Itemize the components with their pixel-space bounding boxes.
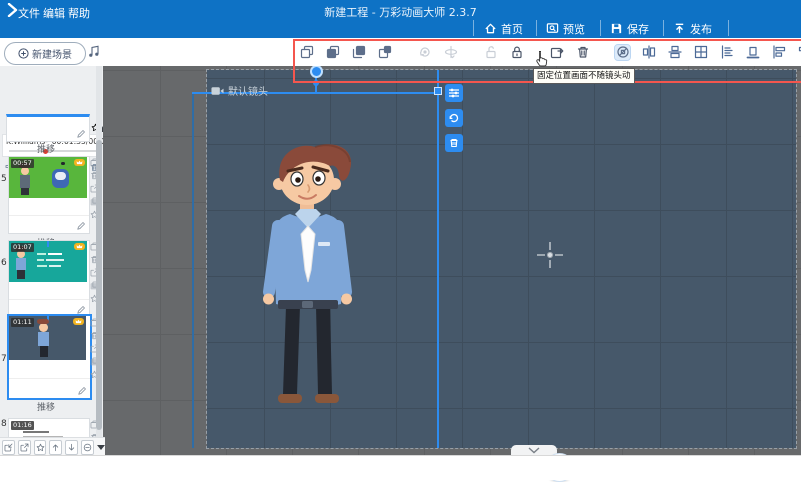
scene-duration-badge: 01:16 (11, 421, 34, 430)
plus-circle-icon (18, 48, 29, 59)
scene-number: 8 (1, 419, 8, 429)
move-up-button[interactable] (49, 440, 62, 455)
new-scene-button[interactable]: 新建场景 (4, 42, 86, 65)
publish-icon (673, 22, 686, 35)
camera-reset-button[interactable] (445, 109, 463, 127)
mouse-cursor (534, 50, 549, 68)
preview-button[interactable]: 预览 (546, 19, 585, 38)
copy-icon[interactable] (299, 45, 314, 60)
rotate-3d-icon[interactable] (443, 45, 458, 60)
save-icon (610, 22, 623, 35)
transition-label[interactable]: 推移 (1, 142, 91, 155)
align-left-edge-icon[interactable] (719, 45, 734, 60)
home-button[interactable]: 首页 (484, 19, 523, 38)
scene-panel-footer (0, 437, 105, 456)
scene-number: 5 (1, 174, 8, 184)
align-right-icon[interactable] (797, 45, 801, 60)
premium-crown-icon (74, 159, 85, 166)
divider (600, 20, 601, 36)
divider (536, 20, 537, 36)
replace-icon[interactable] (549, 45, 564, 60)
unlock-icon[interactable] (483, 45, 498, 60)
save-button[interactable]: 保存 (610, 19, 649, 38)
premium-crown-icon (73, 318, 84, 325)
camera-label: 默认镜头 (211, 83, 268, 98)
timeline-collapse-tab[interactable] (511, 445, 557, 455)
window-title: 新建工程 - 万彩动画大师 2.3.7 (0, 4, 801, 20)
camera-settings-button[interactable] (445, 84, 463, 102)
camera-top-handle[interactable] (313, 80, 319, 86)
title-bar: 文件 编辑 帮助 新建工程 - 万彩动画大师 2.3.7 首页 预览 保存 发布 (0, 0, 801, 38)
chevron-down-icon (528, 447, 540, 454)
fix-position-icon[interactable] (615, 45, 630, 60)
tooltip: 固定位置画面不随镜头动 (533, 68, 635, 84)
publish-button[interactable]: 发布 (673, 19, 712, 38)
align-bottom-edge-icon[interactable] (745, 45, 760, 60)
camera-icon (211, 86, 224, 96)
collapse-all-button[interactable] (81, 440, 94, 455)
align-canvas-center-icon[interactable] (693, 45, 708, 60)
edit-scene-icon[interactable] (76, 129, 86, 139)
lock-icon[interactable] (509, 45, 524, 60)
camera-delete-button[interactable] (445, 134, 463, 152)
divider (663, 20, 664, 36)
transition-label[interactable]: 推移 (1, 400, 91, 413)
camera-frame-right-edge[interactable] (437, 70, 439, 448)
camera-corner-handle[interactable] (434, 87, 442, 95)
canvas-workspace[interactable]: 默认镜头 (103, 66, 801, 455)
scene-duration-badge: 01:11 (11, 318, 34, 327)
import-scene-button[interactable] (2, 440, 15, 455)
scene-card-5[interactable]: 00:57 (8, 156, 90, 234)
edit-scene-icon[interactable] (76, 221, 86, 231)
crosshair-marker (535, 240, 565, 270)
premium-crown-icon (74, 243, 85, 250)
paste-icon[interactable] (325, 45, 340, 60)
preview-icon (546, 22, 559, 35)
scene-card-6[interactable]: 01:07 (8, 240, 90, 318)
scene-card-7-selected[interactable]: 01:11 (7, 314, 92, 400)
more-caret-icon[interactable] (97, 445, 105, 450)
scene-music-button[interactable] (87, 44, 103, 60)
scene-number: 6 (1, 258, 8, 268)
bottom-toolbar (0, 455, 801, 480)
scene-list-scrollbar-thumb[interactable] (96, 140, 102, 430)
scene-duration-badge: 01:07 (11, 243, 34, 252)
rotate-icon[interactable] (417, 45, 432, 60)
bring-forward-icon[interactable] (351, 45, 366, 60)
home-icon (484, 22, 497, 35)
align-vertical-center-icon[interactable] (641, 45, 656, 60)
send-backward-icon[interactable] (377, 45, 392, 60)
scene-card-4[interactable] (6, 114, 90, 142)
edit-scene-icon[interactable] (77, 386, 87, 396)
export-scene-button[interactable] (18, 440, 31, 455)
align-horizontal-center-icon[interactable] (667, 45, 682, 60)
scene-panel: K.Williams- 00:01:35/00:03:20 推移 5 00:57 (0, 66, 104, 455)
move-down-button[interactable] (65, 440, 78, 455)
divider (473, 20, 474, 36)
object-toolbar-icons (299, 38, 801, 66)
divider (728, 20, 729, 36)
character-figure[interactable] (242, 138, 376, 414)
camera-frame-left-edge[interactable] (192, 92, 194, 448)
favorite-button[interactable] (34, 440, 47, 455)
delete-icon[interactable] (575, 45, 590, 60)
align-left-icon[interactable] (771, 45, 786, 60)
scene-duration-badge: 00:57 (11, 159, 34, 168)
